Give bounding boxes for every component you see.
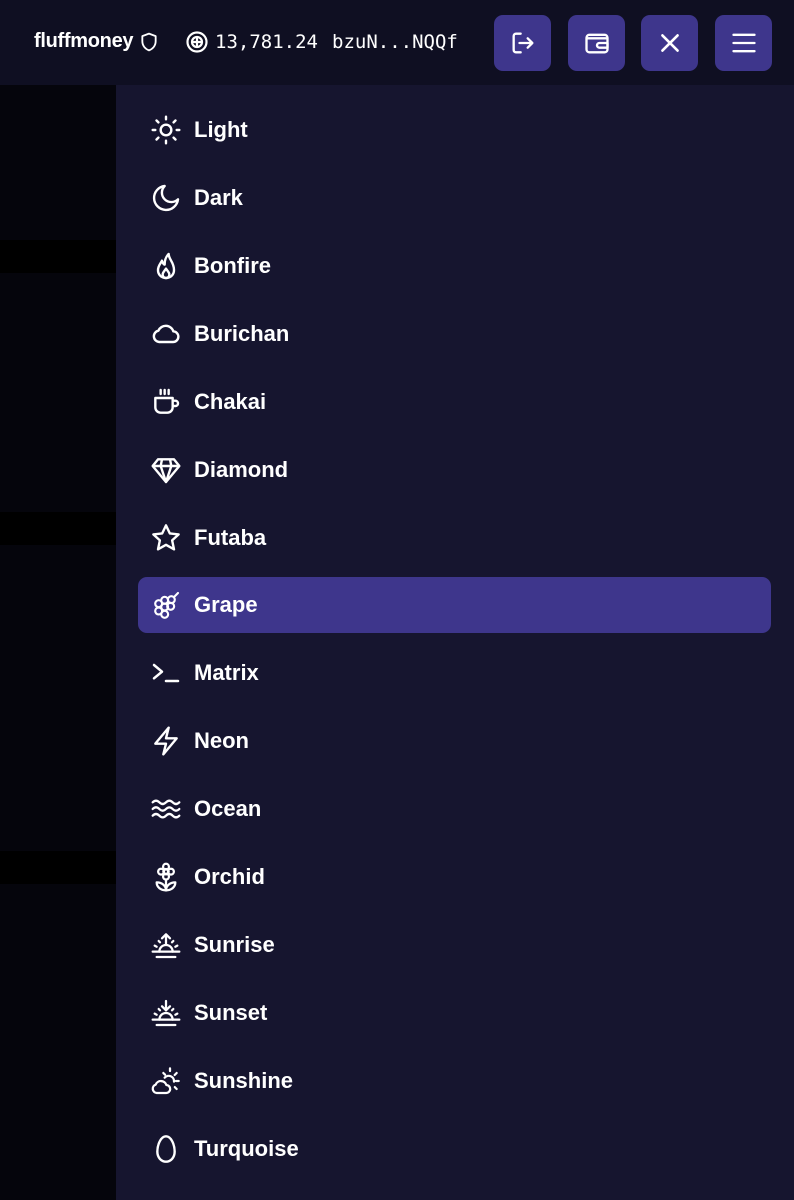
theme-item-turquoise[interactable]: Turquoise (138, 1121, 771, 1177)
grape-icon (149, 588, 183, 622)
theme-item-bonfire[interactable]: Bonfire (138, 238, 771, 294)
theme-item-label: Neon (194, 728, 249, 753)
theme-item-sunrise[interactable]: Sunrise (138, 917, 771, 973)
coin-icon (185, 30, 209, 54)
theme-item-chakai[interactable]: Chakai (138, 374, 771, 430)
wallet-button[interactable] (568, 15, 625, 71)
lightning-icon (149, 724, 183, 758)
theme-item-label: Sunrise (194, 932, 275, 957)
theme-item-label: Dark (194, 185, 243, 210)
background-stripe (0, 512, 116, 545)
menu-button[interactable] (715, 15, 772, 71)
theme-item-orchid[interactable]: Orchid (138, 849, 771, 905)
logout-icon (509, 29, 537, 57)
theme-item-label: Turquoise (194, 1136, 299, 1161)
theme-item-grape[interactable]: Grape (138, 577, 771, 633)
theme-item-label: Futaba (194, 525, 267, 550)
moon-icon (149, 181, 183, 215)
theme-item-futaba[interactable]: Futaba (138, 510, 771, 566)
sunset-icon (149, 996, 183, 1030)
sun-icon (149, 113, 183, 147)
cloud-icon (149, 317, 183, 351)
shield-icon (139, 31, 159, 53)
terminal-icon (149, 656, 183, 690)
sunrise-icon (149, 928, 183, 962)
logout-button[interactable] (494, 15, 551, 71)
waves-icon (149, 792, 183, 826)
flame-icon (149, 249, 183, 283)
theme-item-label: Matrix (194, 660, 259, 685)
close-icon (657, 30, 683, 56)
background-stripe (0, 240, 116, 273)
theme-item-sunshine[interactable]: Sunshine (138, 1053, 771, 1109)
flower-icon (149, 860, 183, 894)
wallet-address[interactable]: bzuN...NQQf (332, 31, 458, 53)
sun-cloud-icon (149, 1064, 183, 1098)
theme-item-neon[interactable]: Neon (138, 713, 771, 769)
hamburger-menu-icon (730, 29, 758, 57)
top-bar: fluffmoney 13,781.24 bzuN...NQQf (0, 0, 794, 85)
theme-item-label: Ocean (194, 796, 262, 821)
theme-item-label: Diamond (194, 457, 289, 482)
username-text: fluffmoney (34, 30, 134, 52)
theme-item-label: Bonfire (194, 253, 271, 278)
theme-item-light[interactable]: Light (138, 102, 771, 158)
theme-item-dark[interactable]: Dark (138, 170, 771, 226)
theme-item-label: Sunshine (194, 1068, 294, 1093)
theme-item-label: Orchid (194, 864, 265, 889)
theme-item-label: Burichan (194, 321, 290, 346)
balance[interactable]: 13,781.24 (185, 30, 318, 54)
theme-item-label: Sunset (194, 1000, 268, 1025)
star-icon (149, 521, 183, 555)
close-button[interactable] (641, 15, 698, 71)
theme-item-label: Light (194, 117, 248, 142)
theme-item-sunset[interactable]: Sunset (138, 985, 771, 1041)
balance-value: 13,781.24 (215, 31, 318, 53)
theme-item-ocean[interactable]: Ocean (138, 781, 771, 837)
theme-item-label: Chakai (194, 389, 267, 414)
theme-item-matrix[interactable]: Matrix (138, 645, 771, 701)
egg-icon (149, 1132, 183, 1166)
theme-item-label: Grape (194, 592, 258, 617)
user-name[interactable]: fluffmoney (34, 30, 159, 53)
wallet-icon (583, 29, 611, 57)
tea-cup-icon (149, 385, 183, 419)
theme-menu: Light Dark Bonfire Burichan Chakai Diamo… (116, 85, 794, 1200)
background-stripe (0, 851, 116, 884)
diamond-icon (149, 453, 183, 487)
theme-item-diamond[interactable]: Diamond (138, 442, 771, 498)
theme-item-burichan[interactable]: Burichan (138, 306, 771, 362)
